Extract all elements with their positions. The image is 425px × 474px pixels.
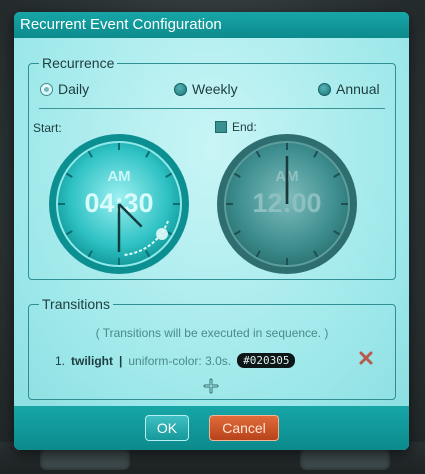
- radio-daily[interactable]: Daily: [40, 81, 89, 97]
- dialog-content: Recurrence Daily Weekly Annual Start: En…: [14, 38, 409, 406]
- transition-item[interactable]: 1. twilight | uniform-color: 3.0s. #0203…: [55, 353, 296, 368]
- color-chip: #020305: [237, 353, 296, 368]
- cancel-button[interactable]: Cancel: [209, 415, 279, 441]
- start-clock[interactable]: AM 04:30: [48, 133, 190, 275]
- recurrence-legend: Recurrence: [42, 55, 115, 71]
- start-clock-face: AM 04:30: [49, 134, 189, 274]
- end-label: End:: [232, 120, 257, 134]
- radio-icon: [318, 82, 331, 96]
- ok-button[interactable]: OK: [145, 415, 189, 441]
- background-control: [40, 448, 130, 470]
- recurrence-options: Daily Weekly Annual: [39, 81, 385, 101]
- transition-name: twilight: [71, 353, 114, 368]
- transition-detail: uniform-color: 3.0s.: [128, 353, 232, 368]
- dialog-footer: OK Cancel: [14, 406, 409, 450]
- radio-annual-label: Annual: [336, 81, 380, 97]
- radio-weekly-label: Weekly: [192, 81, 238, 97]
- radio-weekly[interactable]: Weekly: [174, 81, 238, 97]
- remove-transition-icon[interactable]: [358, 350, 374, 366]
- recurrence-group: Recurrence Daily Weekly Annual Start: En…: [28, 55, 396, 280]
- add-transition-icon[interactable]: [203, 378, 219, 394]
- dialog-title: Recurrent Event Configuration: [14, 12, 409, 38]
- radio-daily-label: Daily: [58, 81, 90, 97]
- recurrent-event-dialog: Recurrent Event Configuration Recurrence…: [14, 12, 409, 450]
- transitions-group: Transitions ( Transitions will be execut…: [28, 296, 396, 400]
- background-control: [300, 448, 390, 470]
- radio-icon: [174, 82, 187, 96]
- end-clock[interactable]: AM 12:00: [216, 133, 358, 275]
- end-checkbox[interactable]: End:: [215, 120, 257, 134]
- transitions-legend: Transitions: [42, 296, 110, 312]
- transition-separator: |: [119, 353, 123, 368]
- transition-index: 1.: [55, 353, 66, 368]
- radio-annual[interactable]: Annual: [318, 81, 380, 97]
- radio-selected-icon: [40, 82, 53, 96]
- end-clock-face: AM 12:00: [217, 134, 357, 274]
- checkbox-icon: [215, 121, 227, 133]
- recurrence-divider: [39, 108, 385, 109]
- transitions-note: ( Transitions will be executed in sequen…: [95, 326, 329, 340]
- start-meridiem: AM: [107, 168, 130, 185]
